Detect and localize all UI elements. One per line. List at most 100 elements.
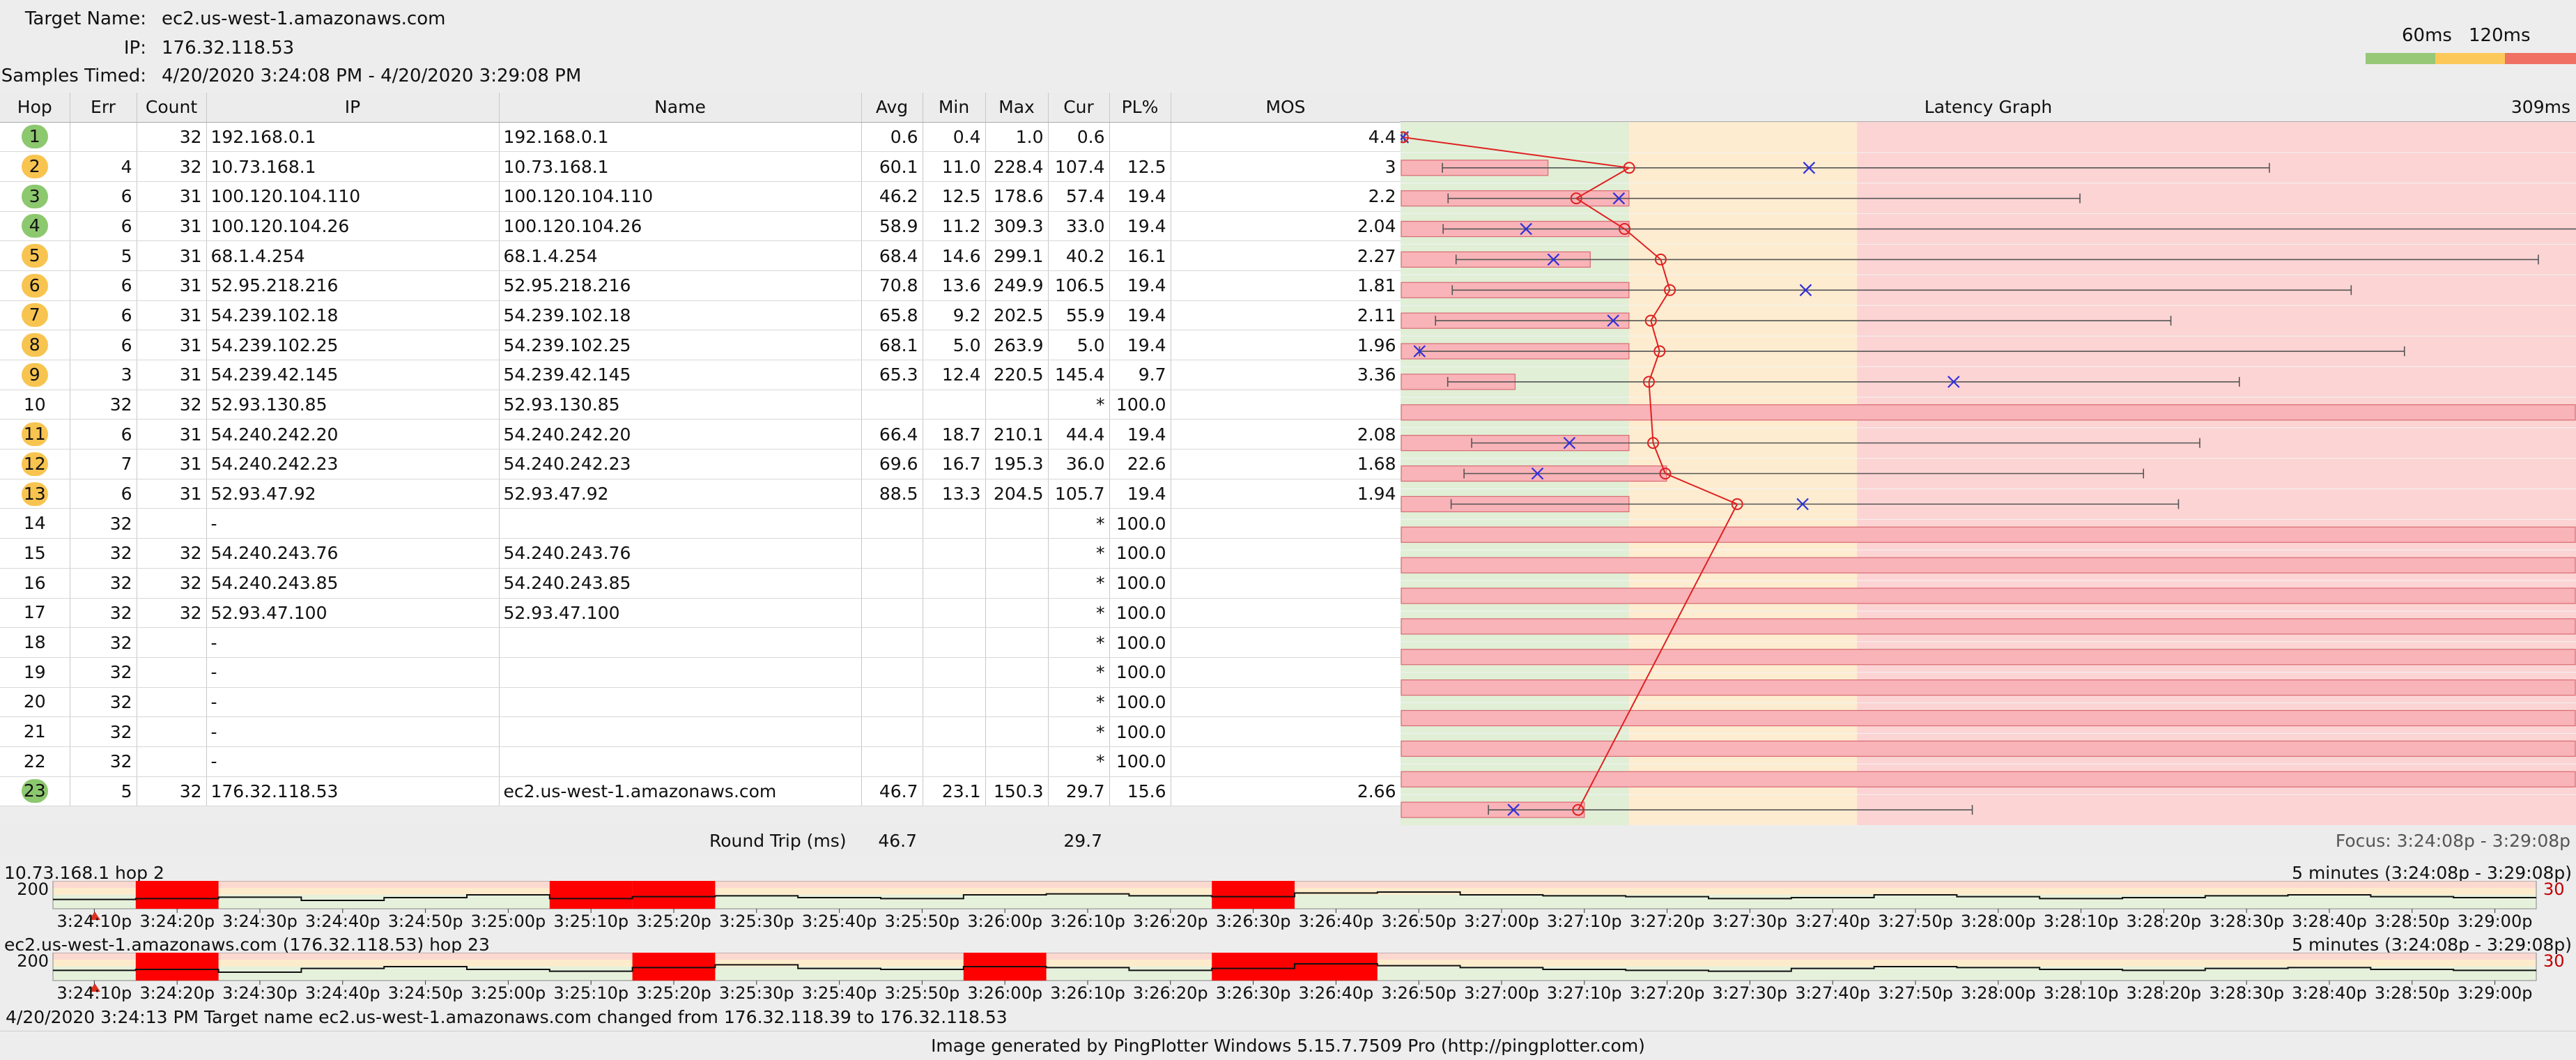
table-row[interactable]: 13 6 31 52.93.47.92 52.93.47.92 88.5 13.3 204.5… — [0, 479, 1401, 509]
hop-badge: 3 — [21, 184, 48, 208]
table-row[interactable]: 16 32 32 54.240.243.85 54.240.243.85 * 100.0 — [0, 568, 1401, 599]
table-row[interactable]: 11 6 31 54.240.242.20 54.240.242.20 66.4 18.7 2… — [0, 419, 1401, 450]
timeline-tick-label: 3:24:50p — [388, 912, 463, 930]
table-row[interactable]: 6 6 31 52.95.218.216 52.95.218.216 70.8 13.6 24… — [0, 270, 1401, 301]
table-row[interactable]: 17 32 32 52.93.47.100 52.93.47.100 * 100.0 — [0, 598, 1401, 629]
status-bar: 4/20/2020 3:24:13 PM Target name ec2.us-… — [0, 1004, 2576, 1031]
column-header-min[interactable]: Min — [923, 93, 986, 123]
cell-name: 52.93.47.100 — [499, 598, 862, 629]
cell-cur: 0.6 — [1048, 122, 1110, 153]
hop-badge: 21 — [23, 721, 46, 742]
cell-name: 100.120.104.110 — [499, 181, 862, 212]
timeline-tick-label: 3:24:20p — [139, 983, 215, 1001]
table-row[interactable]: 9 3 31 54.239.42.145 54.239.42.145 65.3 12.4 22… — [0, 360, 1401, 390]
cell-count: 31 — [137, 300, 207, 331]
timeline-tick-label: 3:27:40p — [1795, 912, 1870, 930]
cell-count — [137, 716, 207, 747]
cell-err: 6 — [70, 211, 137, 242]
timeline-tick-label: 3:24:20p — [139, 912, 215, 930]
cell-name: 52.93.130.85 — [499, 390, 862, 420]
column-header-max[interactable]: Max — [985, 93, 1049, 123]
table-row[interactable]: 21 32 - * 100.0 — [0, 716, 1401, 747]
cell-min: 11.0 — [923, 151, 986, 182]
cell-err: 32 — [70, 508, 137, 539]
table-row[interactable]: 12 7 31 54.240.242.23 54.240.242.23 69.6 16.7 1… — [0, 449, 1401, 479]
column-header-count[interactable]: Count — [137, 93, 207, 123]
timeline-tick-label: 3:25:50p — [885, 983, 960, 1001]
cell-name: 68.1.4.254 — [499, 240, 862, 271]
cell-max — [985, 716, 1049, 747]
timeline-hop-23[interactable]: ec2.us-west-1.amazonaws.com (176.32.118.… — [0, 932, 2576, 1004]
timeline-graph[interactable]: 200 30 3:24:10p 3:24:20p 3:24:30p 3:24:40p 3:2… — [0, 881, 2576, 930]
cell-pl: 19.4 — [1109, 330, 1171, 360]
packet-loss-bar — [1401, 740, 2576, 757]
column-header-cur[interactable]: Cur — [1048, 93, 1110, 123]
timeline-pl-label: 30 — [2543, 881, 2565, 899]
timeline-tick-label: 3:25:10p — [553, 912, 628, 930]
cell-ip: - — [206, 687, 500, 718]
cell-min: 12.5 — [923, 181, 986, 212]
cell-name: 100.120.104.26 — [499, 211, 862, 242]
table-row[interactable]: 3 6 31 100.120.104.110 100.120.104.110 46.2 12… — [0, 181, 1401, 212]
table-row[interactable]: 10 32 32 52.93.130.85 52.93.130.85 * 100.0 — [0, 390, 1401, 420]
target-name-label: Target Name: — [24, 8, 146, 29]
cell-pl: 100.0 — [1109, 568, 1171, 599]
column-header-avg[interactable]: Avg — [861, 93, 923, 123]
table-row[interactable]: 7 6 31 54.239.102.18 54.239.102.18 65.8 9.2 202… — [0, 300, 1401, 331]
table-row[interactable]: 1 32 192.168.0.1 192.168.0.1 0.6 0.4 1.0 0.6 4.4 — [0, 122, 1401, 153]
timeline-tick-label: 3:27:00p — [1464, 983, 1539, 1001]
cell-avg: 68.4 — [861, 240, 923, 271]
table-row[interactable]: 15 32 32 54.240.243.76 54.240.243.76 * 100.0 — [0, 538, 1401, 569]
table-row[interactable]: 14 32 - * 100.0 — [0, 508, 1401, 539]
cell-cur: 57.4 — [1048, 181, 1110, 212]
column-header-ip[interactable]: IP — [206, 93, 500, 123]
table-row[interactable]: 2 4 32 10.73.168.1 10.73.168.1 60.1 11.0 228.4 1… — [0, 151, 1401, 182]
round-trip-label: Round Trip (ms) — [709, 831, 847, 851]
table-row[interactable]: 20 32 - * 100.0 — [0, 687, 1401, 718]
cell-min: 18.7 — [923, 419, 986, 450]
cell-mos: 1.96 — [1171, 330, 1401, 360]
cell-max — [985, 538, 1049, 569]
cell-count: 32 — [137, 390, 207, 420]
timeline-tick-label: 3:26:20p — [1133, 912, 1208, 930]
table-row[interactable]: 8 6 31 54.239.102.25 54.239.102.25 68.1 5.0 263… — [0, 330, 1401, 360]
column-header-hop[interactable]: Hop — [0, 93, 70, 123]
cell-cur: 29.7 — [1048, 776, 1110, 807]
timeline-graph[interactable]: 200 30 3:24:10p 3:24:20p 3:24:30p 3:24:40p 3:2… — [0, 953, 2576, 1001]
cell-name: 52.93.47.92 — [499, 479, 862, 509]
table-row[interactable]: 19 32 - * 100.0 — [0, 657, 1401, 688]
table-row[interactable]: 5 5 31 68.1.4.254 68.1.4.254 68.4 14.6 299.1 40.… — [0, 240, 1401, 271]
cell-err: 32 — [70, 657, 137, 688]
cell-min: 12.4 — [923, 360, 986, 390]
table-row[interactable]: 4 6 31 100.120.104.26 100.120.104.26 58.9 11.2… — [0, 211, 1401, 242]
cell-ip: 52.95.218.216 — [206, 270, 500, 301]
cell-pl: 16.1 — [1109, 240, 1171, 271]
cell-pl: 19.4 — [1109, 181, 1171, 212]
table-row[interactable]: 18 32 - * 100.0 — [0, 627, 1401, 658]
cell-ip: - — [206, 627, 500, 658]
timeline-hop-2[interactable]: 10.73.168.1 hop 2 5 minutes (3:24:08p - … — [0, 860, 2576, 930]
timeline-tick-label: 3:28:40p — [2292, 983, 2367, 1001]
cell-cur: * — [1048, 657, 1110, 688]
cell-name: 10.73.168.1 — [499, 151, 862, 182]
cell-min: 9.2 — [923, 300, 986, 331]
table-row[interactable]: 22 32 - * 100.0 — [0, 746, 1401, 777]
packet-loss-bar — [1401, 771, 2576, 788]
cell-max: 309.3 — [985, 211, 1049, 242]
latency-scale-legend: 60ms 120ms — [2366, 25, 2576, 67]
column-header-plpct[interactable]: PL% — [1109, 93, 1171, 123]
column-header-err[interactable]: Err — [70, 93, 137, 123]
hop-cell: 18 — [0, 627, 70, 658]
column-header-mos[interactable]: MOS — [1171, 93, 1401, 123]
cell-max: 1.0 — [985, 122, 1049, 153]
cell-avg: 65.8 — [861, 300, 923, 331]
cell-mos: 2.11 — [1171, 300, 1401, 331]
cell-ip: - — [206, 716, 500, 747]
column-header-name[interactable]: Name — [499, 93, 862, 123]
cell-ip: 54.240.242.23 — [206, 449, 500, 479]
cell-mos: 4.4 — [1171, 122, 1401, 153]
timeline-y-label: 200 — [17, 881, 49, 899]
table-row[interactable]: 23 5 32 176.32.118.53 ec2.us-west-1.amazonaw… — [0, 776, 1401, 807]
cell-mos — [1171, 508, 1401, 539]
cell-count — [137, 687, 207, 718]
